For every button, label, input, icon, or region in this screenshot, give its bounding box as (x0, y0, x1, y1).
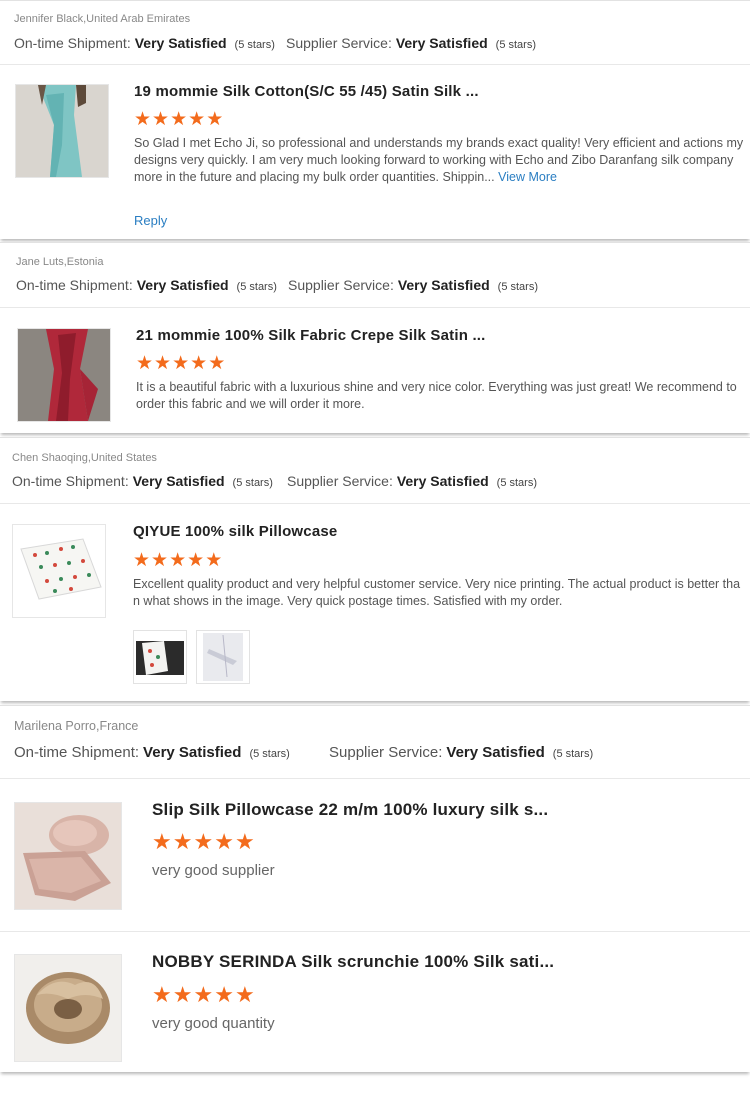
star-icon: ★ (205, 550, 224, 571)
star-icon: ★ (136, 353, 155, 374)
printed-pillowcase-image (13, 525, 105, 617)
product-image[interactable] (14, 802, 122, 910)
service-value: Very Satisfied (446, 744, 545, 761)
ontime-label: On-time Shipment: (12, 473, 129, 489)
star-rating: ★★★★★ (152, 984, 256, 1007)
star-icon: ★ (151, 550, 170, 571)
photo-thumbnail-icon (197, 631, 249, 683)
star-icon: ★ (133, 550, 152, 571)
ontime-stars: (5 stars) (236, 281, 277, 293)
star-rating: ★★★★★ (152, 831, 256, 854)
product-image[interactable] (15, 84, 109, 178)
ontime-label: On-time Shipment: (14, 35, 131, 51)
review-text: So Glad I met Echo Ji, so professional a… (134, 135, 744, 186)
star-icon: ★ (214, 982, 235, 1007)
star-icon: ★ (206, 109, 225, 130)
review-text: Excellent quality product and very helpf… (133, 577, 741, 608)
product-title[interactable]: 19 mommie Silk Cotton(S/C 55 /45) Satin … (134, 83, 479, 100)
star-icon: ★ (152, 982, 173, 1007)
reviewer-name: Marilena Porro,France (14, 719, 139, 733)
star-icon: ★ (152, 109, 171, 130)
product-image[interactable] (17, 328, 111, 422)
ontime-value: Very Satisfied (134, 35, 227, 51)
divider (0, 931, 750, 932)
divider (0, 778, 750, 779)
teal-fabric-image (16, 85, 108, 177)
ontime-stars: (5 stars) (232, 477, 273, 489)
scrunchie-image (15, 955, 121, 1061)
rating-summary: On-time Shipment: Very Satisfied (5 stars)… (14, 744, 593, 761)
star-icon: ★ (234, 982, 256, 1007)
star-icon: ★ (190, 353, 209, 374)
view-more-link[interactable]: View More (498, 170, 557, 184)
ontime-stars: (5 stars) (249, 748, 290, 760)
star-icon: ★ (172, 353, 191, 374)
star-icon: ★ (169, 550, 188, 571)
product-title[interactable]: QIYUE 100% silk Pillowcase (133, 523, 337, 540)
service-value: Very Satisfied (397, 277, 490, 293)
review-card: Jennifer Black,United Arab Emirates On-t… (0, 0, 750, 239)
ontime-label: On-time Shipment: (16, 277, 133, 293)
ontime-label: On-time Shipment: (14, 744, 140, 761)
service-stars: (5 stars) (497, 281, 538, 293)
service-label: Supplier Service: (329, 744, 443, 761)
star-icon: ★ (152, 829, 173, 854)
star-icon: ★ (134, 109, 153, 130)
star-icon: ★ (193, 982, 215, 1007)
star-rating: ★★★★★ (134, 110, 224, 130)
divider (0, 64, 750, 65)
service-label: Supplier Service: (288, 277, 394, 293)
star-icon: ★ (188, 109, 207, 130)
review-photo[interactable] (133, 630, 187, 684)
star-icon: ★ (154, 353, 173, 374)
ontime-stars: (5 stars) (234, 39, 275, 51)
product-title[interactable]: 21 mommie 100% Silk Fabric Crepe Silk Sa… (136, 327, 486, 344)
service-value: Very Satisfied (395, 35, 488, 51)
service-stars: (5 stars) (495, 39, 536, 51)
red-fabric-image (18, 329, 110, 421)
review-text: very good quantity (152, 1015, 275, 1032)
star-icon: ★ (172, 982, 194, 1007)
star-icon: ★ (214, 829, 235, 854)
star-icon: ★ (172, 829, 194, 854)
reviewer-name: Jane Luts,Estonia (16, 256, 104, 268)
rating-summary: On-time Shipment: Very Satisfied (5 stars)… (14, 35, 536, 51)
service-stars: (5 stars) (552, 748, 594, 760)
review-text: very good supplier (152, 862, 275, 879)
product-image[interactable] (12, 524, 106, 618)
star-icon: ★ (193, 829, 215, 854)
star-icon: ★ (234, 829, 256, 854)
photo-thumbnail-icon (134, 631, 186, 683)
review-text: It is a beautiful fabric with a luxuriou… (136, 380, 737, 411)
star-icon: ★ (170, 109, 189, 130)
review-photo[interactable] (196, 630, 250, 684)
ontime-value: Very Satisfied (136, 277, 229, 293)
reviewer-name: Jennifer Black,United Arab Emirates (14, 13, 191, 25)
divider (0, 503, 750, 504)
product-image[interactable] (14, 954, 122, 1062)
service-stars: (5 stars) (496, 477, 537, 489)
review-card: Jane Luts,Estonia On-time Shipment: Very … (0, 242, 750, 433)
rating-summary: On-time Shipment: Very Satisfied (5 stars)… (12, 473, 537, 489)
ontime-value: Very Satisfied (132, 473, 225, 489)
ontime-value: Very Satisfied (143, 744, 242, 761)
star-rating: ★★★★★ (136, 354, 226, 374)
product-title[interactable]: Slip Silk Pillowcase 22 m/m 100% luxury … (152, 800, 548, 820)
service-value: Very Satisfied (396, 473, 489, 489)
divider (0, 307, 750, 308)
pink-pillowcase-image (15, 803, 121, 909)
product-title[interactable]: NOBBY SERINDA Silk scrunchie 100% Silk s… (152, 952, 554, 972)
star-rating: ★★★★★ (133, 551, 223, 571)
star-icon: ★ (187, 550, 206, 571)
review-card: Chen Shaoqing,United States On-time Ship… (0, 437, 750, 701)
rating-summary: On-time Shipment: Very Satisfied (5 stars)… (16, 277, 538, 293)
reviewer-name: Chen Shaoqing,United States (12, 452, 157, 464)
review-body: So Glad I met Echo Ji, so professional a… (134, 136, 744, 184)
reply-link[interactable]: Reply (134, 213, 167, 228)
star-icon: ★ (208, 353, 227, 374)
service-label: Supplier Service: (286, 35, 392, 51)
service-label: Supplier Service: (287, 473, 393, 489)
review-card: Marilena Porro,France On-time Shipment: V… (0, 705, 750, 1072)
